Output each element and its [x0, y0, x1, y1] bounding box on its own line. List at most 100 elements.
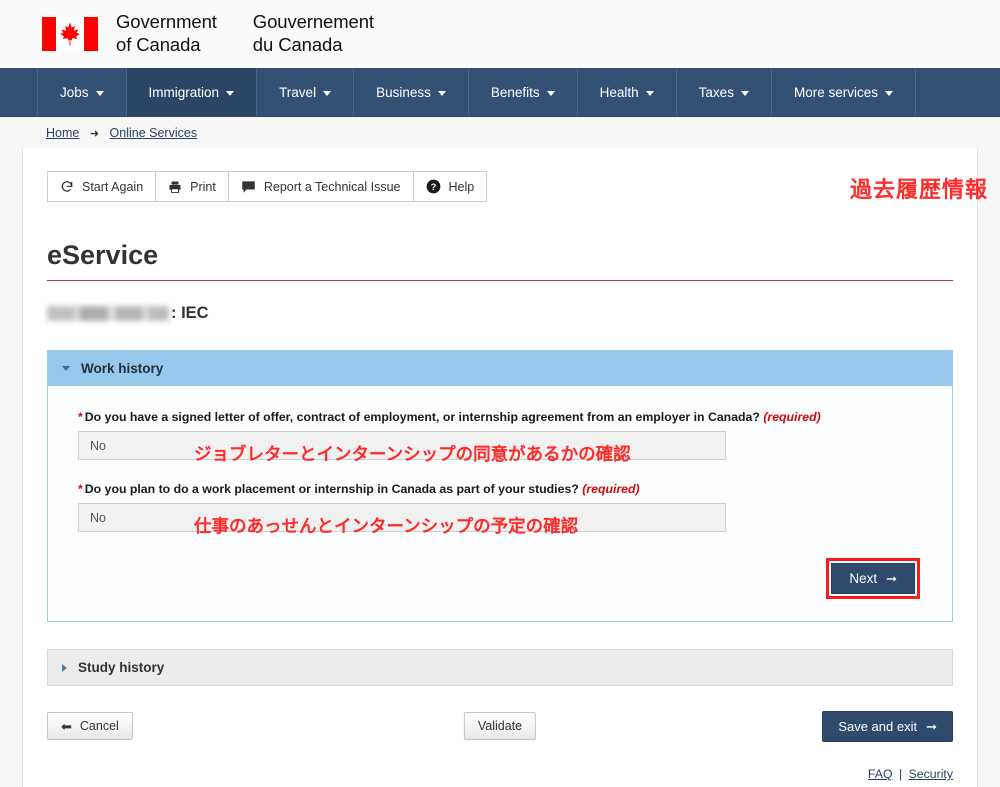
work-placement-question-label: * Do you plan to do a work placement or i… — [78, 482, 922, 496]
content-panel: Start Again Print Report a Technical Iss… — [22, 148, 978, 787]
wordmark-english: Government of Canada — [116, 11, 217, 57]
next-label: Next — [849, 571, 878, 586]
nav-item-label: Benefits — [490, 84, 540, 100]
validate-label: Validate — [477, 719, 523, 733]
nav-item-more-services[interactable]: More services — [770, 68, 916, 116]
nav-item-label: Travel — [279, 84, 317, 100]
nav-item-travel[interactable]: Travel — [256, 68, 353, 116]
security-link[interactable]: Security — [909, 767, 953, 781]
chevron-down-icon — [226, 90, 235, 96]
nav-item-label: More services — [793, 84, 878, 100]
wordmark-en-line1: Government — [116, 11, 217, 33]
application-subject-line: : IEC — [47, 304, 977, 323]
wordmark-french: Gouvernement du Canada — [253, 11, 374, 57]
breadcrumb-arrow-icon: ➜ — [89, 128, 100, 140]
required-asterisk: * — [78, 410, 83, 424]
comment-icon — [241, 180, 256, 194]
wordmark-fr-line1: Gouvernement — [252, 11, 374, 33]
chevron-down-icon — [62, 366, 70, 371]
chevron-down-icon — [740, 90, 749, 96]
help-button[interactable]: ? Help — [412, 171, 488, 202]
work-placement-input[interactable]: No — [78, 503, 726, 532]
start-again-label: Start Again — [82, 179, 144, 194]
nav-item-label: Business — [376, 84, 431, 100]
nav-item-jobs[interactable]: Jobs — [37, 68, 126, 116]
nav-item-label: Taxes — [698, 84, 734, 100]
work-offer-question-text: Do you have a signed letter of offer, co… — [84, 410, 760, 424]
page-title: eService — [47, 240, 953, 281]
footer-links-separator: | — [898, 767, 903, 781]
work-placement-question-text: Do you plan to do a work placement or in… — [84, 482, 579, 496]
start-again-button[interactable]: Start Again — [47, 171, 156, 202]
nav-item-immigration[interactable]: Immigration — [125, 68, 257, 116]
validate-button[interactable]: Validate — [463, 712, 537, 740]
cancel-button[interactable]: ⬅ Cancel — [47, 712, 133, 740]
work-history-panel-body: * Do you have a signed letter of offer, c… — [48, 386, 952, 621]
save-and-exit-button[interactable]: Save and exit ➞ — [822, 710, 953, 742]
redacted-applicant-name — [47, 306, 169, 321]
work-history-title: Work history — [81, 361, 164, 376]
arrow-right-icon: ➞ — [926, 718, 937, 734]
nav-item-benefits[interactable]: Benefits — [467, 68, 577, 116]
work-history-panel-header[interactable]: Work history — [48, 351, 952, 386]
wordmark-fr-line2: du Canada — [252, 34, 343, 55]
study-history-panel-header[interactable]: Study history — [48, 650, 952, 685]
next-button-highlight: Next ➞ — [826, 558, 920, 599]
work-placement-field-group: * Do you plan to do a work placement or i… — [78, 482, 922, 536]
form-action-bar: ⬅ Cancel Validate Save and exit ➞ — [47, 710, 953, 742]
help-label: Help — [448, 179, 475, 194]
help-circle-icon: ? — [426, 179, 441, 194]
breadcrumb-online-services-link[interactable]: Online Services — [110, 126, 198, 140]
annotation-top-right: 過去履歴情報 — [849, 177, 988, 202]
cancel-label: Cancel — [79, 719, 119, 733]
work-offer-question-label: * Do you have a signed letter of offer, c… — [78, 410, 922, 424]
work-offer-field-group: * Do you have a signed letter of offer, c… — [78, 410, 922, 464]
breadcrumb-home-link[interactable]: Home — [46, 126, 79, 140]
work-offer-value: No — [90, 438, 106, 453]
next-button[interactable]: Next ➞ — [831, 563, 915, 594]
report-issue-label: Report a Technical Issue — [263, 179, 401, 194]
chevron-down-icon — [95, 90, 104, 96]
nav-item-health[interactable]: Health — [576, 68, 676, 116]
nav-item-taxes[interactable]: Taxes — [675, 68, 771, 116]
print-button[interactable]: Print — [155, 171, 228, 202]
chevron-down-icon — [437, 90, 446, 96]
canada-flag-icon — [42, 17, 98, 51]
arrow-right-icon: ➞ — [886, 571, 897, 586]
chevron-down-icon — [884, 90, 893, 96]
page-root: Government of Canada Gouvernement du Can… — [0, 0, 1000, 787]
work-offer-input[interactable]: No — [78, 431, 726, 460]
next-button-row: Next ➞ — [78, 558, 922, 599]
nav-item-label: Health — [599, 84, 639, 100]
goc-wordmark: Government of Canada Gouvernement du Can… — [116, 11, 374, 57]
nav-item-label: Jobs — [60, 84, 89, 100]
faq-link[interactable]: FAQ — [868, 767, 893, 781]
nav-item-business[interactable]: Business — [353, 68, 468, 116]
footer-links: FAQ | Security — [868, 767, 953, 781]
breadcrumb: Home ➜ Online Services — [0, 117, 1000, 148]
chevron-down-icon — [323, 90, 332, 96]
arrow-left-icon: ⬅ — [61, 718, 72, 734]
action-toolbar: Start Again Print Report a Technical Iss… — [47, 171, 977, 202]
primary-navigation: Jobs Immigration Travel Business Benefits Hea… — [0, 68, 1000, 117]
chevron-down-icon — [645, 90, 654, 96]
required-asterisk: * — [78, 482, 83, 496]
refresh-icon — [60, 180, 74, 194]
site-header: Government of Canada Gouvernement du Can… — [0, 0, 1000, 68]
printer-icon — [168, 180, 182, 194]
chevron-down-icon — [546, 90, 555, 96]
work-placement-required-tag: (required) — [582, 482, 640, 496]
svg-text:?: ? — [430, 182, 436, 192]
report-issue-button[interactable]: Report a Technical Issue — [227, 171, 413, 202]
study-history-panel: Study history — [47, 649, 953, 686]
wordmark-en-line2: of Canada — [116, 34, 201, 55]
study-history-title: Study history — [78, 660, 165, 675]
work-history-panel: Work history * Do you have a signed lette… — [47, 350, 953, 622]
work-offer-required-tag: (required) — [763, 410, 821, 424]
maple-leaf-icon — [60, 22, 80, 46]
print-label: Print — [190, 179, 216, 194]
nav-item-label: Immigration — [148, 84, 220, 100]
save-and-exit-label: Save and exit — [838, 718, 918, 734]
work-placement-value: No — [90, 510, 106, 525]
subject-suffix: : IEC — [171, 304, 209, 322]
